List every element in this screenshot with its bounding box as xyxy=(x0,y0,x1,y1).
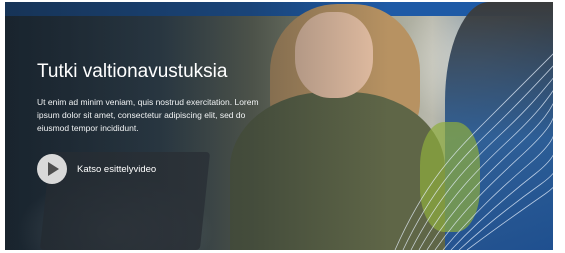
hero-banner: Tutki valtionavustuksia Ut enim ad minim… xyxy=(5,2,553,250)
play-button[interactable] xyxy=(37,154,67,184)
play-icon xyxy=(48,162,59,176)
video-link-label[interactable]: Katso esittelyvideo xyxy=(77,164,156,175)
watch-video-link[interactable]: Katso esittelyvideo xyxy=(37,154,156,184)
hero-title: Tutki valtionavustuksia xyxy=(37,61,228,82)
hero-content: Tutki valtionavustuksia Ut enim ad minim… xyxy=(37,60,277,135)
hero-lead-text: Ut enim ad minim veniam, quis nostrud ex… xyxy=(37,97,259,133)
